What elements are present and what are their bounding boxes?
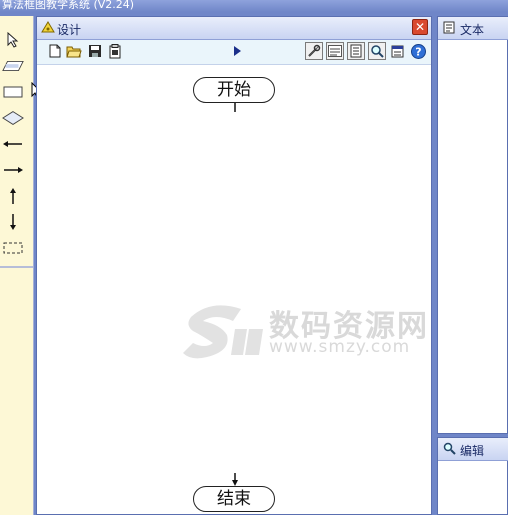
help-icon[interactable]: ? <box>410 43 426 59</box>
dashed-rect-icon[interactable] <box>2 238 24 258</box>
flowchart-canvas[interactable]: 数码资源网 www.smzy.com 开始 结束 <box>37 65 431 514</box>
start-connector <box>234 103 236 112</box>
design-toolbar: ? <box>37 40 431 65</box>
text-panel-icon <box>443 21 455 37</box>
text-panel-header: 文本 <box>438 17 508 40</box>
abc-icon[interactable] <box>326 42 344 60</box>
save-icon[interactable] <box>87 43 103 59</box>
document-list-icon[interactable] <box>347 42 365 60</box>
app-title: 算法框图教学系统 (V2.24) <box>2 0 135 11</box>
design-panel-header: 设计 ✕ <box>37 17 431 40</box>
design-panel: 设计 ✕ ? 数码资源网 www.smzy.com 开始 结束 <box>36 16 432 515</box>
select-arrow-icon[interactable] <box>2 30 24 50</box>
edit-panel-title: 编辑 <box>460 444 485 458</box>
io-parallelogram-icon[interactable] <box>2 56 24 76</box>
design-panel-icon <box>41 21 55 36</box>
open-folder-icon[interactable] <box>66 43 82 59</box>
close-icon[interactable]: ✕ <box>412 19 428 35</box>
app-title-bar: 算法框图教学系统 (V2.24) <box>0 0 508 12</box>
watermark-logo <box>181 299 267 364</box>
decision-diamond-icon[interactable] <box>2 108 24 128</box>
properties-icon[interactable] <box>390 43 406 59</box>
arrow-right-icon[interactable] <box>2 160 24 180</box>
design-panel-title: 设计 <box>57 23 82 37</box>
edit-panel-header: 编辑 <box>438 438 508 461</box>
tools-icon[interactable] <box>305 42 323 60</box>
palette-divider <box>0 266 33 268</box>
process-rect-icon[interactable] <box>2 82 24 102</box>
clipboard-icon[interactable] <box>107 43 123 59</box>
tool-palette <box>0 16 34 515</box>
text-panel: 文本 <box>437 16 508 434</box>
flowchart-end-node[interactable]: 结束 <box>193 486 275 512</box>
arrow-down-icon[interactable] <box>2 212 24 232</box>
magnify-icon[interactable] <box>368 42 386 60</box>
flowchart-start-node[interactable]: 开始 <box>193 77 275 103</box>
arrow-up-icon[interactable] <box>2 186 24 206</box>
svg-text:?: ? <box>415 45 421 58</box>
end-connector-arrow <box>232 473 238 486</box>
magnify-panel-icon <box>443 442 456 458</box>
edit-panel: 编辑 <box>437 437 508 515</box>
new-file-icon[interactable] <box>47 43 63 59</box>
watermark-url: www.smzy.com <box>269 337 411 357</box>
text-panel-title: 文本 <box>460 23 485 37</box>
play-icon[interactable] <box>229 43 245 59</box>
arrow-left-icon[interactable] <box>2 134 24 154</box>
